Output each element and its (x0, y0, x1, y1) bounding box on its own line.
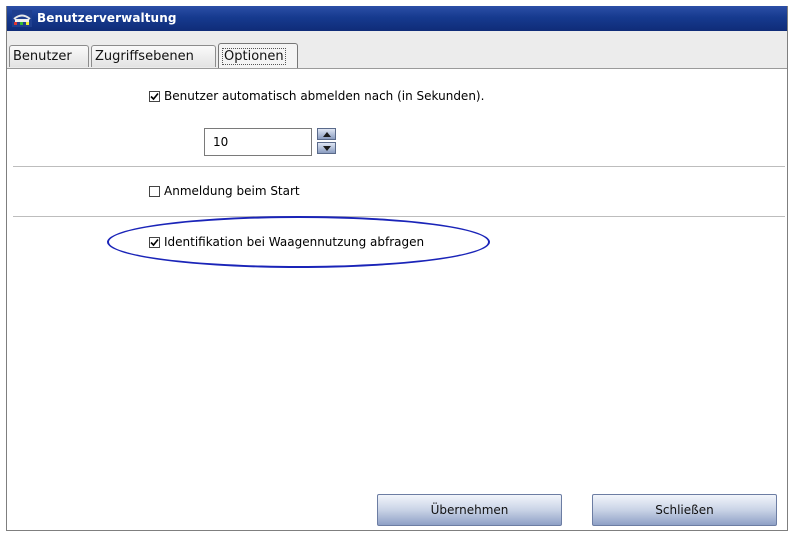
divider (13, 166, 785, 167)
login-at-start-checkbox[interactable]: Anmeldung beim Start (149, 184, 300, 198)
options-panel: Benutzer automatisch abmelden nach (in S… (7, 69, 787, 530)
title-bar[interactable]: Benutzerverwaltung (7, 6, 787, 31)
timeout-seconds-input[interactable]: 10 (204, 128, 312, 156)
app-window-icon (12, 10, 32, 27)
login-at-start-label: Anmeldung beim Start (164, 184, 300, 198)
user-management-window: Benutzerverwaltung Benutzer Zugriffseben… (6, 6, 788, 531)
checkbox-box[interactable] (149, 185, 160, 197)
checkbox-box[interactable] (149, 90, 160, 102)
arrow-down-icon (323, 146, 331, 151)
window-title: Benutzerverwaltung (37, 11, 177, 25)
tab-optionen[interactable]: Optionen (218, 43, 298, 68)
tab-label: Optionen (222, 48, 286, 65)
auto-logout-label: Benutzer automatisch abmelden nach (in S… (164, 89, 485, 103)
spin-up-button[interactable] (317, 128, 336, 140)
close-button[interactable]: Schließen (592, 494, 777, 526)
auto-logout-checkbox[interactable]: Benutzer automatisch abmelden nach (in S… (149, 89, 484, 103)
apply-button[interactable]: Übernehmen (377, 494, 562, 526)
tab-strip: Benutzer Zugriffsebenen Optionen (7, 31, 787, 69)
checkbox-box[interactable] (149, 236, 160, 248)
arrow-up-icon (323, 132, 331, 137)
identification-checkbox[interactable]: Identifikation bei Waagennutzung abfrage… (149, 235, 424, 249)
checkmark-icon (150, 92, 159, 100)
tab-benutzer[interactable]: Benutzer (9, 45, 89, 67)
divider (13, 216, 785, 217)
identification-label: Identifikation bei Waagennutzung abfrage… (164, 235, 425, 249)
tab-zugriffsebenen[interactable]: Zugriffsebenen (91, 45, 216, 67)
tab-label: Benutzer (13, 49, 72, 64)
spin-down-button[interactable] (317, 142, 336, 154)
checkmark-icon (150, 238, 159, 246)
tab-label: Zugriffsebenen (95, 49, 194, 64)
